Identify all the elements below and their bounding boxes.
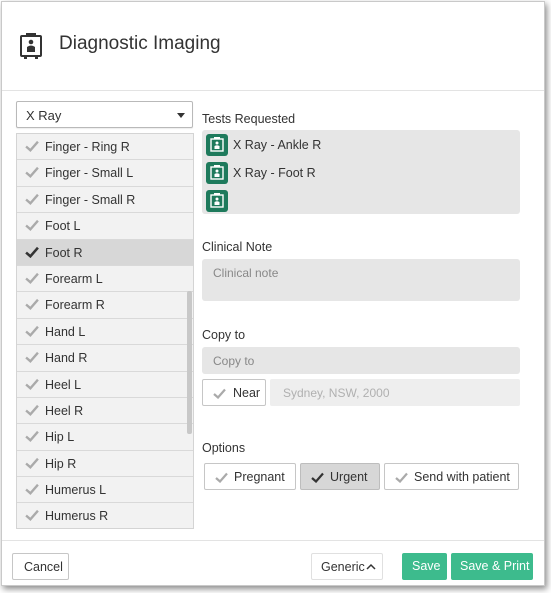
list-item-label: Foot R — [45, 245, 83, 260]
list-item[interactable]: Forearm L — [17, 265, 193, 293]
save-and-print-button[interactable]: Save & Print — [451, 553, 533, 580]
copy-to-label: Copy to — [202, 328, 246, 342]
check-icon — [25, 193, 39, 205]
check-icon — [25, 140, 39, 152]
list-item[interactable]: Foot L — [17, 213, 193, 240]
list-item-label: Humerus L — [45, 483, 107, 498]
list-item[interactable]: Hip R — [17, 450, 193, 478]
list-item[interactable]: Finger - Small R — [17, 186, 193, 214]
clinical-note-label: Clinical Note — [202, 240, 273, 254]
cancel-label: Cancel — [24, 560, 63, 574]
list-item[interactable]: Humerus L — [17, 477, 193, 504]
list-item[interactable]: Forearm R — [17, 292, 193, 319]
list-item[interactable]: Finger - Ring R — [17, 134, 193, 161]
list-item[interactable]: Heel L — [17, 371, 193, 398]
check-icon — [25, 220, 39, 232]
check-icon — [213, 388, 226, 399]
dialog-header: Diagnostic Imaging — [2, 2, 544, 91]
pregnant-toggle-button[interactable]: Pregnant — [204, 463, 296, 490]
cancel-button[interactable]: Cancel — [12, 553, 69, 580]
save-label: Save — [412, 559, 441, 573]
list-item[interactable]: Hand L — [17, 318, 193, 346]
list-item-label: Foot L — [45, 219, 81, 234]
list-item-label: Finger - Small R — [45, 192, 136, 207]
modality-select[interactable]: X Ray — [16, 101, 193, 128]
list-item[interactable]: Heel R — [17, 397, 193, 425]
copy-to-field[interactable]: Copy to — [202, 347, 520, 374]
dialog-title: Diagnostic Imaging — [59, 33, 221, 54]
list-item[interactable]: Foot R — [17, 239, 193, 266]
list-item-label: Hand R — [45, 351, 88, 366]
diagnostic-imaging-dialog: Diagnostic Imaging X Ray Finger - Ring R… — [1, 1, 545, 586]
modality-select-value: X Ray — [26, 108, 62, 123]
check-icon — [25, 246, 39, 258]
generic-template-button[interactable]: Generic — [311, 553, 383, 580]
xray-test-icon — [206, 134, 228, 156]
pregnant-label: Pregnant — [234, 470, 285, 484]
check-icon — [25, 378, 39, 390]
tests-requested-box: X Ray - Ankle R X Ray - Foot R — [202, 130, 520, 214]
near-label: Near — [233, 386, 261, 400]
test-item-label: X Ray - Foot R — [233, 166, 316, 180]
send-with-patient-toggle-button[interactable]: Send with patient — [384, 463, 519, 490]
options-label: Options — [202, 441, 246, 455]
save-and-print-label: Save & Print — [460, 559, 530, 573]
copy-to-placeholder: Copy to — [213, 354, 255, 368]
list-item-label: Hip L — [45, 430, 75, 445]
list-item[interactable]: Hip L — [17, 424, 193, 451]
xray-machine-icon — [20, 33, 42, 59]
check-icon — [25, 167, 39, 179]
list-item-label: Forearm R — [45, 298, 105, 313]
list-item-label: Hip R — [45, 456, 77, 471]
tests-requested-label: Tests Requested — [202, 112, 296, 126]
list-item[interactable]: Finger - Small L — [17, 160, 193, 187]
check-icon — [311, 472, 324, 483]
near-toggle-button[interactable]: Near — [202, 379, 266, 406]
location-placeholder: Sydney, NSW, 2000 — [283, 386, 390, 400]
list-item-label: Forearm L — [45, 271, 103, 286]
urgent-label: Urgent — [330, 470, 368, 484]
list-scrollbar[interactable] — [187, 291, 192, 434]
list-item-label: Humerus R — [45, 509, 109, 524]
generic-label: Generic — [321, 560, 365, 574]
caret-down-icon — [177, 113, 185, 118]
check-icon — [25, 483, 39, 496]
clinical-note-field[interactable]: Clinical note — [202, 259, 520, 301]
check-icon — [25, 431, 39, 443]
chevron-up-icon — [366, 563, 376, 570]
check-icon — [25, 352, 39, 364]
check-icon — [25, 299, 39, 311]
list-item-label: Finger - Small L — [45, 166, 134, 181]
check-icon — [25, 510, 39, 522]
dialog-footer: Cancel Generic Save Save & Print — [2, 540, 544, 587]
clinical-note-placeholder: Clinical note — [213, 266, 279, 280]
list-item-label: Finger - Ring R — [45, 140, 130, 154]
list-item-label: Heel L — [45, 377, 82, 392]
location-input[interactable]: Sydney, NSW, 2000 — [270, 379, 520, 406]
urgent-toggle-button[interactable]: Urgent — [300, 463, 380, 490]
check-icon — [25, 272, 39, 284]
check-icon — [25, 404, 39, 416]
test-item-label: X Ray - Ankle R — [233, 138, 322, 152]
list-item-label: Heel R — [45, 403, 84, 418]
check-icon — [215, 472, 228, 483]
body-part-list[interactable]: Finger - Ring R Finger - Small L Finger - … — [16, 133, 194, 529]
list-item[interactable]: Hand R — [17, 345, 193, 372]
list-item-label: Hand L — [45, 324, 86, 339]
check-icon — [25, 457, 39, 469]
list-item[interactable]: Humerus R — [17, 503, 193, 528]
xray-test-icon — [206, 190, 228, 212]
send-with-patient-label: Send with patient — [414, 470, 510, 484]
save-button[interactable]: Save — [402, 553, 447, 580]
check-icon — [395, 472, 408, 483]
check-icon — [25, 325, 39, 337]
xray-test-icon — [206, 162, 228, 184]
